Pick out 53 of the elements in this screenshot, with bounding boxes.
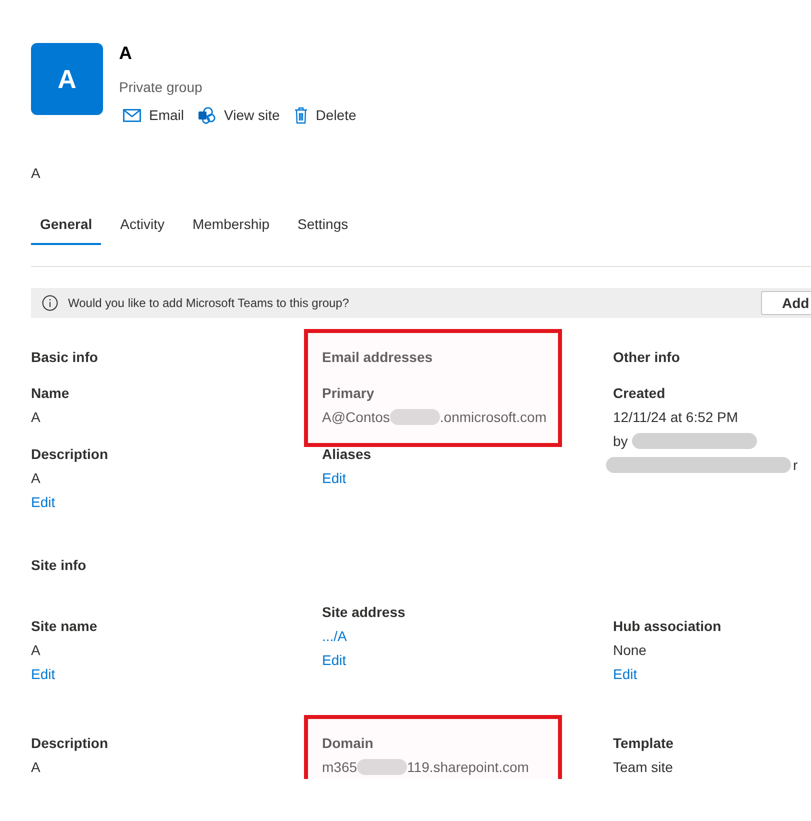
field-label: Hub association [613, 617, 722, 636]
field-value: by [613, 432, 628, 451]
link[interactable]: Edit [31, 494, 56, 510]
field-value: A [31, 469, 40, 488]
group-description: A [31, 164, 42, 183]
field-value: Team site [613, 758, 673, 777]
section-heading: Basic info [31, 348, 99, 367]
tab[interactable]: Settings [288, 212, 358, 245]
field-label: Description [31, 445, 110, 464]
info-icon [42, 295, 58, 311]
field-value: A [31, 641, 40, 660]
field-label: Created [613, 384, 666, 403]
group-avatar: A [31, 43, 103, 115]
field-label: Domain [322, 734, 374, 753]
link[interactable]: .../A [322, 628, 347, 644]
action-button[interactable]: View site [198, 103, 280, 127]
link[interactable]: Edit [613, 666, 638, 682]
add-button[interactable]: Add [761, 291, 811, 315]
field-label: Aliases [322, 445, 372, 464]
field-value: 119.sharepoint.com [407, 758, 529, 777]
section-heading: Site info [31, 556, 88, 575]
link[interactable]: Edit [31, 666, 56, 682]
action-button[interactable]: Email [123, 103, 184, 127]
field-value: A@Contos [322, 408, 390, 427]
tab[interactable]: General [31, 212, 102, 245]
field-value: None [613, 641, 646, 660]
link[interactable]: Edit [322, 652, 346, 668]
field-value: .onmicrosoft.com [440, 408, 547, 427]
section-heading: Email addresses [322, 348, 434, 367]
tab[interactable]: Membership [183, 212, 279, 245]
redaction-mark [357, 759, 408, 775]
action-button[interactable]: Delete [294, 103, 356, 127]
tab[interactable]: Activity [111, 212, 174, 245]
section-heading: Other info [613, 348, 681, 367]
field-value: 12/11/24 at 6:52 PM [613, 408, 738, 427]
field-label: Site name [31, 617, 98, 636]
field-value: A [31, 408, 40, 427]
group-type: Private group [119, 78, 204, 97]
trash-icon [294, 106, 308, 124]
field-value: A [31, 758, 40, 777]
field-label: Description [31, 734, 110, 753]
redaction-mark [390, 409, 440, 425]
field-label: Primary [322, 384, 376, 403]
link[interactable]: Edit [322, 470, 346, 486]
field-value: m365 [322, 758, 358, 777]
field-label: Template [613, 734, 674, 753]
site-icon [198, 106, 216, 124]
group-title: A [119, 42, 133, 65]
banner-message: Would you like to add Microsoft Teams to this group? [68, 296, 350, 310]
field-value: r [793, 456, 798, 475]
field-label: Name [31, 384, 70, 403]
field-label: Site address [322, 603, 406, 622]
mail-icon [123, 108, 141, 122]
